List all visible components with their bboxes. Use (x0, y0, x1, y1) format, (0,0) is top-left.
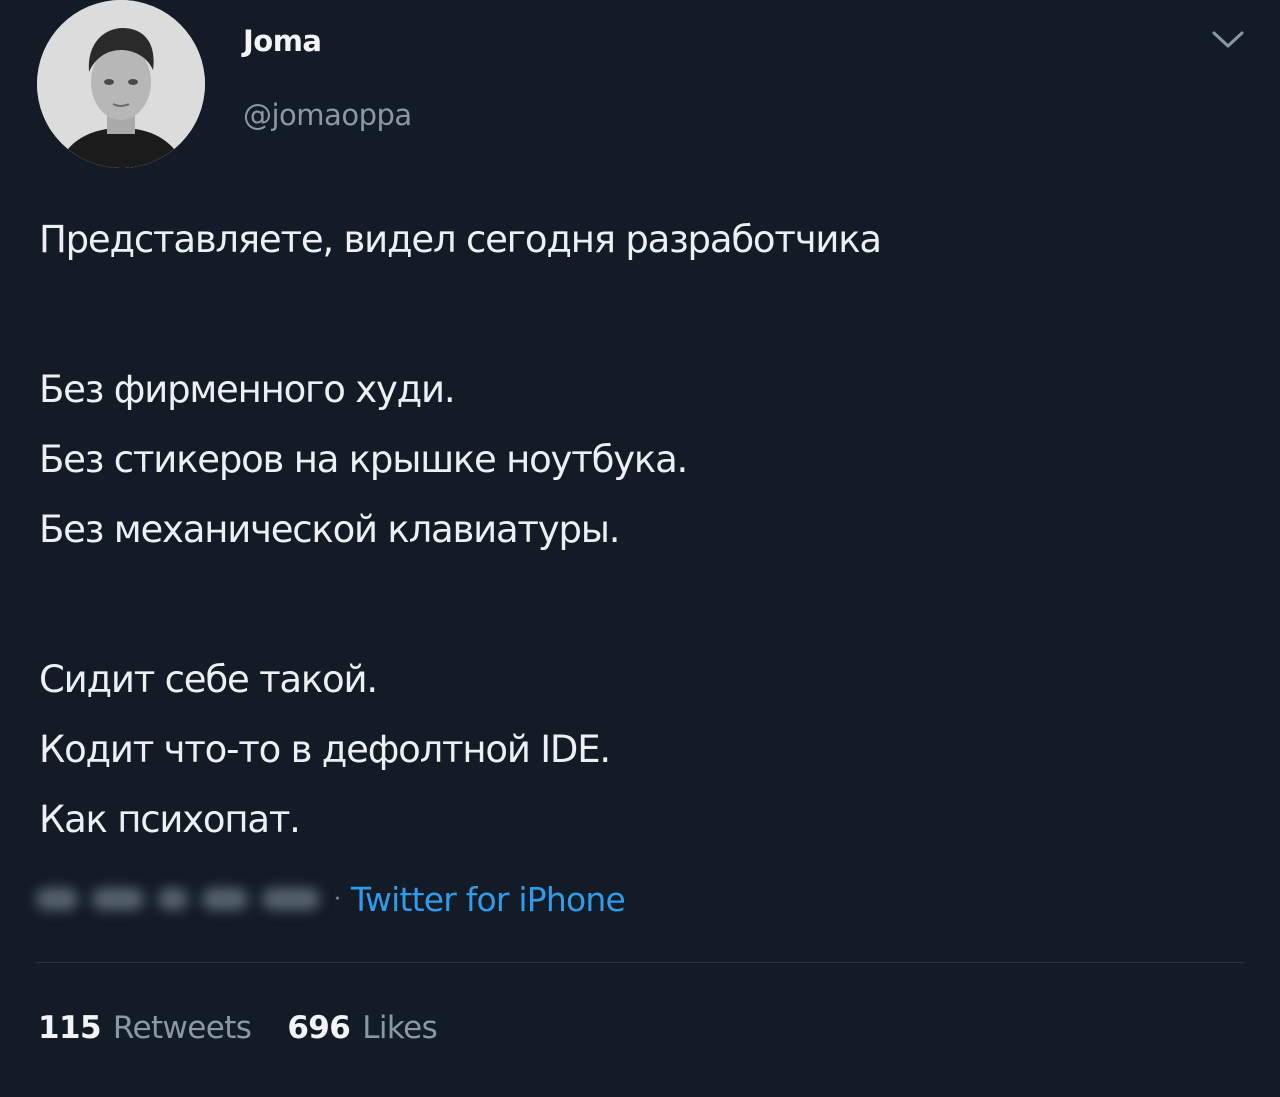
retweets-stat[interactable]: 115 Retweets (38, 1010, 252, 1046)
tweet-line: Без стикеров на крышке ноутбука. (39, 438, 688, 481)
divider (36, 962, 1244, 963)
redacted-timestamp (36, 888, 320, 910)
tweet-line: Сидит себе такой. (39, 658, 378, 701)
author-display-name[interactable]: Joma (243, 24, 322, 58)
tweet-line: Без фирменного худи. (39, 368, 456, 411)
retweets-label: Retweets (112, 1010, 252, 1046)
separator-dot: · (334, 886, 341, 912)
tweet: Joma @jomaoppa Представляете, видел сего… (0, 0, 1280, 1097)
tweet-text: Представляете, видел сегодня разработчик… (39, 212, 1239, 862)
tweet-line: Представляете, видел сегодня разработчик… (39, 218, 882, 261)
tweet-line: Как психопат. (39, 798, 301, 841)
avatar-image (37, 0, 205, 168)
chevron-down-icon[interactable] (1208, 28, 1248, 52)
author-handle[interactable]: @jomaoppa (243, 98, 412, 132)
likes-label: Likes (362, 1010, 438, 1046)
tweet-stats: 115 Retweets 696 Likes (38, 1010, 473, 1046)
tweet-meta: · Twitter for iPhone (36, 874, 626, 924)
tweet-line: Кодит что-то в дефолтной IDE. (39, 728, 611, 771)
tweet-line: Без механической клавиатуры. (39, 508, 621, 551)
retweets-count: 115 (38, 1010, 102, 1046)
avatar[interactable] (37, 0, 205, 168)
likes-stat[interactable]: 696 Likes (287, 1010, 437, 1046)
tweet-source-link[interactable]: Twitter for iPhone (351, 880, 626, 919)
likes-count: 696 (287, 1010, 351, 1046)
